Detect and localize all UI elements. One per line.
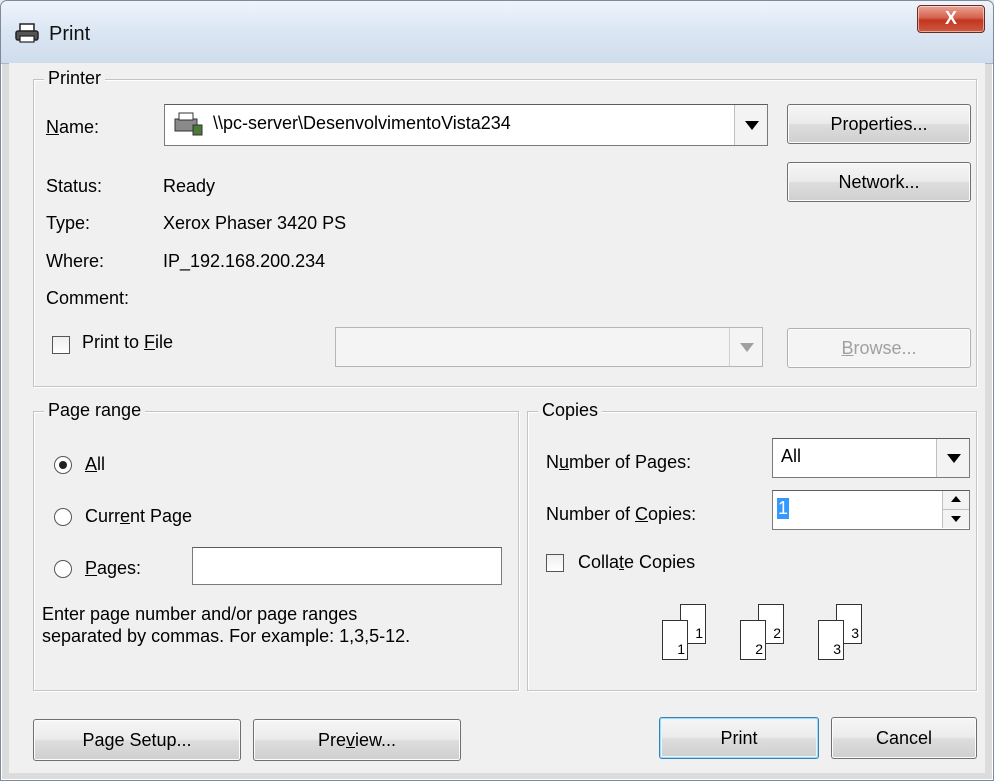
radio-pages-label[interactable]: Pages: (85, 558, 141, 579)
type-label: Type: (46, 213, 91, 233)
printer-name-value: \\pc-server\DesenvolvimentoVista234 (213, 113, 511, 133)
browse-button[interactable]: Browse... (787, 328, 971, 368)
printer-group-legend: Printer (44, 68, 106, 89)
printer-name-combo[interactable]: \\pc-server\DesenvolvimentoVista234 (164, 104, 768, 146)
comment-label: Comment: (46, 288, 130, 308)
page-range-hint-line1: Enter page number and/or page ranges (42, 604, 358, 624)
status-label: Status: (46, 176, 103, 196)
arrow-up-icon (951, 496, 961, 502)
network-button[interactable]: Network... (787, 162, 971, 202)
close-icon: X (944, 8, 957, 28)
radio-current-page-label[interactable]: Current Page (85, 506, 192, 527)
radio-all-label[interactable]: All (85, 454, 105, 475)
page-range-hint-line2: separated by commas. For example: 1,3,5-… (42, 626, 411, 646)
collate-page-front-1: 1 (662, 620, 688, 660)
where-value: IP_192.168.200.234 (163, 251, 326, 271)
dialog-body: Printer Name: \\pc-server\Desenvolviment… (9, 63, 985, 773)
page-setup-button[interactable]: Page Setup... (33, 719, 241, 761)
spin-up-button[interactable] (942, 491, 969, 510)
print-button[interactable]: Print (659, 717, 819, 759)
collate-checkbox[interactable] (546, 554, 564, 572)
spin-down-button[interactable] (942, 510, 969, 528)
copies-input-value[interactable]: 1 (777, 498, 790, 519)
copies-legend: Copies (538, 400, 603, 421)
preview-button[interactable]: Preview... (253, 719, 461, 761)
number-of-pages-value: All (781, 446, 802, 466)
where-label: Where: (46, 251, 105, 271)
number-of-pages-label: Number of Pages: (546, 452, 692, 472)
collate-illustration: 1 1 2 2 3 3 (662, 604, 902, 674)
network-printer-icon (174, 112, 203, 136)
window-title: Print (49, 23, 91, 45)
arrow-down-icon (951, 516, 961, 522)
radio-current-page[interactable] (54, 508, 72, 526)
chevron-down-icon[interactable] (936, 439, 969, 477)
collate-page-front-2: 2 (740, 620, 766, 660)
page-range-legend: Page range (44, 400, 146, 421)
print-dialog: Print X Printer Name: \\pc-server\Desenv… (0, 0, 994, 781)
copies-group: Copies Number of Pages: All Number of Co… (527, 400, 977, 691)
title-bar[interactable]: Print X (1, 1, 993, 64)
cancel-button[interactable]: Cancel (831, 717, 977, 759)
print-to-file-label[interactable]: Print to File (82, 332, 173, 353)
collate-page-front-3: 3 (818, 620, 844, 660)
chevron-down-icon[interactable] (729, 328, 762, 366)
collate-label[interactable]: Collate Copies (578, 552, 695, 573)
printer-group: Printer Name: \\pc-server\Desenvolviment… (33, 68, 977, 387)
file-path-combo[interactable] (335, 327, 763, 367)
radio-all[interactable] (54, 456, 72, 474)
name-label: Name: (46, 117, 100, 137)
radio-pages[interactable] (54, 560, 72, 578)
page-range-group: Page range All Current Page Pages: Enter… (33, 400, 519, 691)
type-value: Xerox Phaser 3420 PS (163, 213, 347, 233)
printer-icon (15, 23, 39, 43)
print-to-file-checkbox[interactable] (52, 336, 70, 354)
copies-spinbox[interactable]: 1 (772, 490, 970, 530)
properties-button[interactable]: Properties... (787, 104, 971, 144)
number-of-pages-combo[interactable]: All (772, 438, 970, 478)
number-of-copies-label: Number of Copies: (546, 504, 697, 524)
chevron-down-icon[interactable] (734, 105, 767, 145)
close-button[interactable]: X (917, 5, 985, 33)
pages-input[interactable] (192, 547, 502, 585)
status-value: Ready (163, 176, 216, 196)
